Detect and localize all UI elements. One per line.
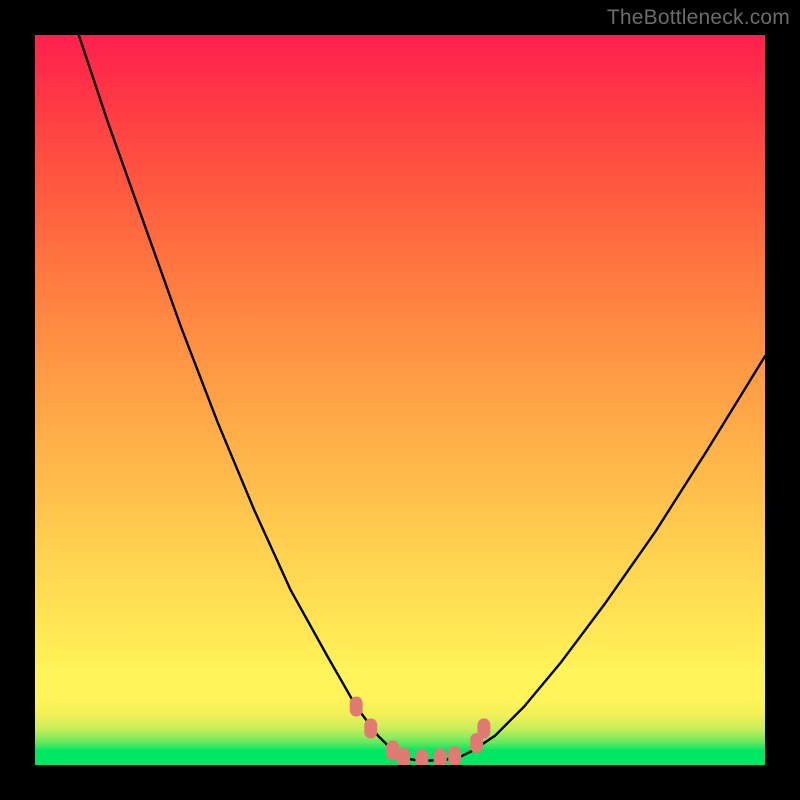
watermark-text: TheBottleneck.com (607, 6, 790, 30)
marker-point (434, 748, 447, 765)
marker-point (415, 749, 428, 765)
series-right-curve (458, 356, 765, 758)
marker-point (448, 746, 461, 765)
outer-frame: TheBottleneck.com (0, 0, 800, 800)
marker-point (364, 719, 377, 739)
marker-point (350, 697, 363, 717)
marker-point (397, 748, 410, 765)
series-left-curve (79, 35, 400, 758)
marker-point (477, 719, 490, 739)
plot-area (35, 35, 765, 765)
curve-overlay (35, 35, 765, 765)
